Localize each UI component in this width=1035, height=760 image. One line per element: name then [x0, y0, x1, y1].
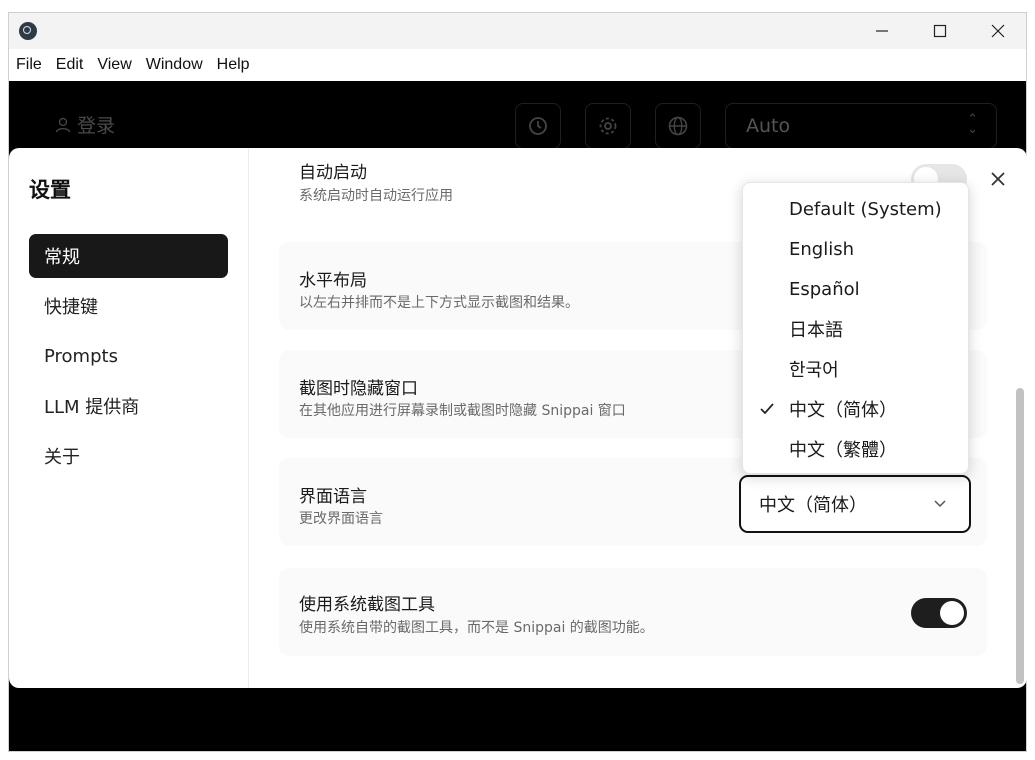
- close-window-button[interactable]: [969, 13, 1026, 49]
- setting-description: 系统启动时自动运行应用: [299, 188, 453, 204]
- language-select[interactable]: 中文（简体）: [739, 475, 971, 533]
- close-icon: [991, 24, 1005, 38]
- history-icon: [529, 117, 547, 135]
- system-screenshot-toggle[interactable]: [911, 598, 967, 628]
- setting-description: 更改界面语言: [299, 511, 383, 527]
- menu-view[interactable]: View: [90, 56, 138, 74]
- setting-row-system-screenshot: 使用系统截图工具 使用系统自带的截图工具，而不是 Snippai 的截图功能。: [279, 568, 987, 656]
- close-settings-button[interactable]: [987, 168, 1009, 190]
- title-bar: [9, 13, 1026, 49]
- checkmark-icon: [760, 403, 774, 415]
- gear-icon: [599, 117, 617, 135]
- setting-title: 界面语言: [299, 487, 367, 507]
- settings-sidebar: 设置 常规 快捷键 Prompts LLM 提供商 关于: [9, 148, 249, 688]
- nav-item-prompts[interactable]: Prompts: [29, 334, 228, 378]
- language-dropdown: Default (System) English Español 日本語 한국어…: [742, 182, 969, 474]
- menu-file[interactable]: File: [9, 56, 49, 74]
- language-option-selected[interactable]: 中文（简体）: [743, 389, 968, 429]
- login-label: 登录: [77, 115, 116, 137]
- history-button[interactable]: [515, 103, 561, 149]
- settings-title: 设置: [29, 178, 71, 202]
- setting-title: 自动启动: [299, 163, 367, 183]
- chevron-down-icon: [934, 500, 946, 508]
- language-option[interactable]: English: [743, 229, 968, 269]
- setting-title: 截图时隐藏窗口: [299, 379, 418, 399]
- language-option-label: 中文（简体）: [789, 400, 897, 421]
- language-button[interactable]: [655, 103, 701, 149]
- scrollbar[interactable]: [1016, 388, 1024, 684]
- minimize-button[interactable]: [853, 13, 911, 49]
- language-select-value: 中文（简体）: [759, 495, 867, 516]
- setting-title: 使用系统截图工具: [299, 595, 435, 615]
- menu-edit[interactable]: Edit: [49, 56, 91, 74]
- globe-icon: [668, 116, 688, 136]
- user-icon: [55, 117, 71, 132]
- settings-button[interactable]: [585, 103, 631, 149]
- language-option[interactable]: 中文（繁體）: [743, 429, 968, 469]
- menu-window[interactable]: Window: [139, 56, 210, 74]
- minimize-icon: [876, 30, 888, 32]
- setting-description: 使用系统自带的截图工具，而不是 Snippai 的截图功能。: [299, 620, 654, 636]
- login-button[interactable]: 登录: [55, 111, 115, 138]
- language-option[interactable]: Default (System): [743, 189, 968, 229]
- model-select-value: Auto: [746, 115, 791, 137]
- language-option[interactable]: 日本語: [743, 309, 968, 349]
- chevron-updown-icon: ⌃ ⌄: [967, 112, 978, 137]
- setting-description: 以左右并排而不是上下方式显示截图和结果。: [299, 295, 579, 311]
- maximize-button[interactable]: [911, 13, 969, 49]
- nav-item-about[interactable]: 关于: [29, 434, 228, 478]
- setting-title: 水平布局: [299, 271, 367, 291]
- toggle-knob: [940, 601, 964, 625]
- menu-bar: File Edit View Window Help: [9, 49, 1026, 81]
- language-option[interactable]: Español: [743, 269, 968, 309]
- menu-help[interactable]: Help: [210, 56, 257, 74]
- nav-item-shortcuts[interactable]: 快捷键: [29, 284, 228, 328]
- setting-description: 在其他应用进行屏幕录制或截图时隐藏 Snippai 窗口: [299, 403, 626, 419]
- model-select[interactable]: Auto ⌃ ⌄: [725, 103, 997, 149]
- language-option[interactable]: 한국어: [743, 349, 968, 389]
- maximize-icon: [933, 24, 947, 38]
- nav-item-llm-providers[interactable]: LLM 提供商: [29, 384, 228, 428]
- app-icon: [19, 22, 37, 40]
- nav-item-general[interactable]: 常规: [29, 234, 228, 278]
